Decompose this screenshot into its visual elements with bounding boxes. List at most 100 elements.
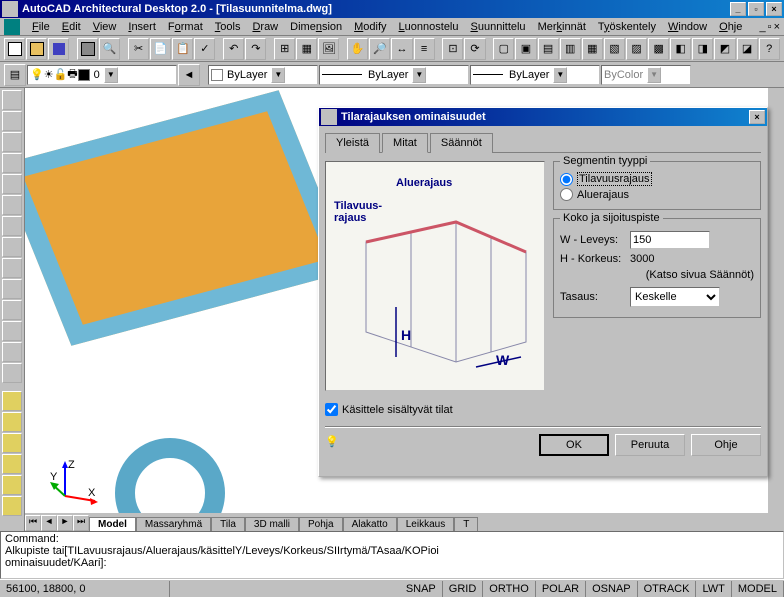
right-scrollbar[interactable] bbox=[768, 88, 784, 531]
aec-tool-5[interactable] bbox=[2, 475, 22, 495]
viewport-tab-leikkaus[interactable]: Leikkaus bbox=[397, 517, 454, 531]
tab-first-button[interactable]: ⏮ bbox=[25, 515, 41, 531]
tool-move[interactable] bbox=[2, 258, 22, 278]
tool-line[interactable] bbox=[2, 90, 22, 110]
redraw-button[interactable]: ⟳ bbox=[464, 38, 485, 60]
match-button[interactable]: ✓ bbox=[194, 38, 215, 60]
aec-tool-6[interactable] bbox=[2, 496, 22, 516]
aec-tool-4[interactable] bbox=[2, 454, 22, 474]
tab-last-button[interactable]: ⏭ bbox=[73, 515, 89, 531]
layers-button[interactable]: ▤ bbox=[4, 64, 26, 86]
menu-insert[interactable]: Insert bbox=[122, 21, 162, 33]
tool-scale[interactable] bbox=[2, 321, 22, 341]
lineweight-dropdown[interactable]: ByLayer ▼ bbox=[470, 65, 600, 85]
command-window[interactable]: Command: Alkupiste tai[TILavuusrajaus/Al… bbox=[0, 531, 784, 579]
menu-edit[interactable]: Edit bbox=[56, 21, 87, 33]
status-grid[interactable]: GRID bbox=[443, 581, 484, 597]
open-button[interactable] bbox=[26, 38, 47, 60]
ok-button[interactable]: OK bbox=[539, 434, 609, 456]
status-snap[interactable]: SNAP bbox=[400, 581, 443, 597]
linetype-dropdown[interactable]: ByLayer ▼ bbox=[319, 65, 469, 85]
maximize-button[interactable]: ▫ bbox=[748, 2, 764, 16]
copy-button[interactable]: 📄 bbox=[150, 38, 171, 60]
dialog-close-button[interactable]: × bbox=[749, 110, 765, 124]
color-dropdown[interactable]: ByLayer ▼ bbox=[208, 65, 318, 85]
help-button[interactable]: ? bbox=[759, 38, 780, 60]
tab-prev-button[interactable]: ◄ bbox=[41, 515, 57, 531]
status-lwt[interactable]: LWT bbox=[696, 581, 731, 597]
tool-trim[interactable] bbox=[2, 363, 22, 383]
menu-modify[interactable]: Modify bbox=[348, 21, 392, 33]
tool-dim[interactable] bbox=[2, 237, 22, 257]
tool-hatch[interactable] bbox=[2, 195, 22, 215]
tab-mitat[interactable]: Mitat bbox=[382, 133, 428, 153]
cancel-button[interactable]: Peruuta bbox=[615, 434, 685, 456]
aec-11-button[interactable]: ◩ bbox=[714, 38, 735, 60]
layer-dropdown[interactable]: 💡 ☀ 🔓 🖶 0 ▼ bbox=[27, 65, 177, 85]
tab-saannot[interactable]: Säännöt bbox=[430, 133, 493, 153]
menu-luonnostelu[interactable]: Luonnostelu bbox=[393, 21, 465, 33]
viewport-tab-massaryhmä[interactable]: Massaryhmä bbox=[136, 517, 211, 531]
aec-12-button[interactable]: ◪ bbox=[737, 38, 758, 60]
tool-rotate[interactable] bbox=[2, 300, 22, 320]
aec-10-button[interactable]: ◨ bbox=[692, 38, 713, 60]
aec-tool-2[interactable] bbox=[2, 412, 22, 432]
aec-4-button[interactable]: ▥ bbox=[560, 38, 581, 60]
aec-5-button[interactable]: ▦ bbox=[582, 38, 603, 60]
menu-ohje[interactable]: Ohje bbox=[713, 21, 748, 33]
pan-button[interactable]: ✋ bbox=[347, 38, 368, 60]
width-input[interactable] bbox=[630, 231, 710, 249]
tool-arc[interactable] bbox=[2, 132, 22, 152]
tool-erase[interactable] bbox=[2, 342, 22, 362]
close-button[interactable]: × bbox=[766, 2, 782, 16]
status-model[interactable]: MODEL bbox=[732, 581, 784, 597]
bulb-icon[interactable]: 💡 bbox=[325, 435, 345, 455]
tab-next-button[interactable]: ► bbox=[57, 515, 73, 531]
aec-tool-3[interactable] bbox=[2, 433, 22, 453]
snap-button[interactable]: ⊞ bbox=[274, 38, 295, 60]
image-button[interactable]: 🖼 bbox=[318, 38, 339, 60]
aec-9-button[interactable]: ◧ bbox=[670, 38, 691, 60]
menu-työskentely[interactable]: Työskentely bbox=[592, 21, 662, 33]
status-polar[interactable]: POLAR bbox=[536, 581, 586, 597]
new-button[interactable] bbox=[4, 38, 25, 60]
viewport-tab-3d malli[interactable]: 3D malli bbox=[245, 517, 299, 531]
tool-circle[interactable] bbox=[2, 153, 22, 173]
mdi-close-button[interactable]: × bbox=[774, 21, 780, 33]
aec-1-button[interactable]: ▢ bbox=[493, 38, 514, 60]
aec-2-button[interactable]: ▣ bbox=[515, 38, 536, 60]
radio-aluerajaus[interactable]: Aluerajaus bbox=[560, 188, 754, 201]
aec-tool-1[interactable] bbox=[2, 391, 22, 411]
tool-text[interactable] bbox=[2, 216, 22, 236]
preview-button[interactable]: 🔍 bbox=[99, 38, 120, 60]
dist-button[interactable]: ↔ bbox=[391, 38, 412, 60]
menu-draw[interactable]: Draw bbox=[246, 21, 284, 33]
menu-format[interactable]: Format bbox=[162, 21, 209, 33]
paste-button[interactable]: 📋 bbox=[172, 38, 193, 60]
menu-merkinnät[interactable]: Merkinnät bbox=[532, 21, 592, 33]
viewport-tab-t[interactable]: T bbox=[454, 517, 478, 531]
viewport-tab-alakatto[interactable]: Alakatto bbox=[343, 517, 397, 531]
status-otrack[interactable]: OTRACK bbox=[638, 581, 697, 597]
zoom-button[interactable]: 🔎 bbox=[369, 38, 390, 60]
viewport-tab-pohja[interactable]: Pohja bbox=[299, 517, 343, 531]
status-coords[interactable]: 56100, 18800, 0 bbox=[0, 581, 170, 597]
radio-tilavuusrajaus[interactable]: Tilavuusrajaus bbox=[560, 172, 754, 186]
menu-file[interactable]: File bbox=[26, 21, 56, 33]
undo-button[interactable]: ↶ bbox=[223, 38, 244, 60]
print-button[interactable] bbox=[77, 38, 98, 60]
ucs-button[interactable]: ⊡ bbox=[442, 38, 463, 60]
help-button[interactable]: Ohje bbox=[691, 434, 761, 456]
aec-6-button[interactable]: ▧ bbox=[604, 38, 625, 60]
mdi-minimize-button[interactable]: _ bbox=[760, 21, 766, 33]
cut-button[interactable]: ✂ bbox=[128, 38, 149, 60]
aec-3-button[interactable]: ▤ bbox=[538, 38, 559, 60]
tab-yleista[interactable]: Yleistä bbox=[325, 133, 380, 153]
minimize-button[interactable]: _ bbox=[730, 2, 746, 16]
viewport-tab-tila[interactable]: Tila bbox=[211, 517, 245, 531]
menu-view[interactable]: View bbox=[87, 21, 123, 33]
list-button[interactable]: ≡ bbox=[414, 38, 435, 60]
tool-rect[interactable] bbox=[2, 174, 22, 194]
aec-8-button[interactable]: ▩ bbox=[648, 38, 669, 60]
redo-button[interactable]: ↷ bbox=[245, 38, 266, 60]
